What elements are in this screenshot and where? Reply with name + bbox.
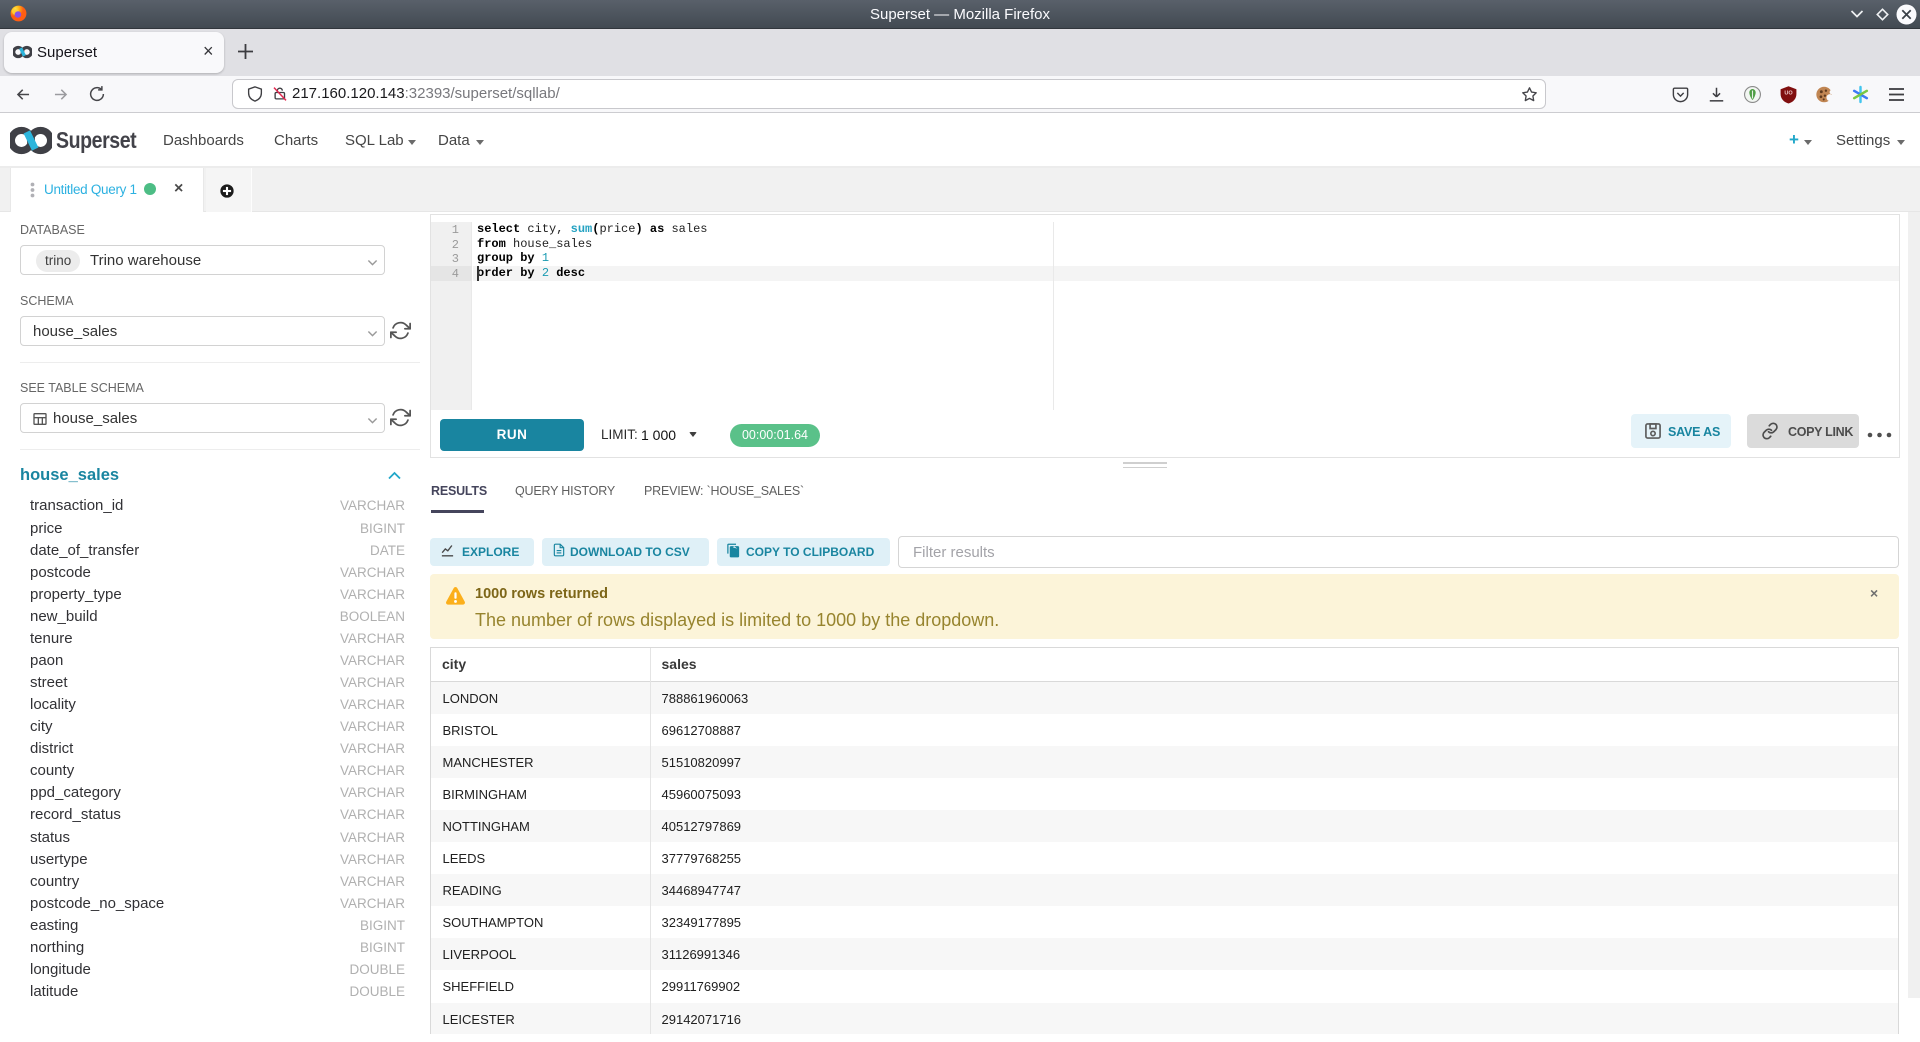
svg-text:UO: UO [1784, 91, 1793, 97]
